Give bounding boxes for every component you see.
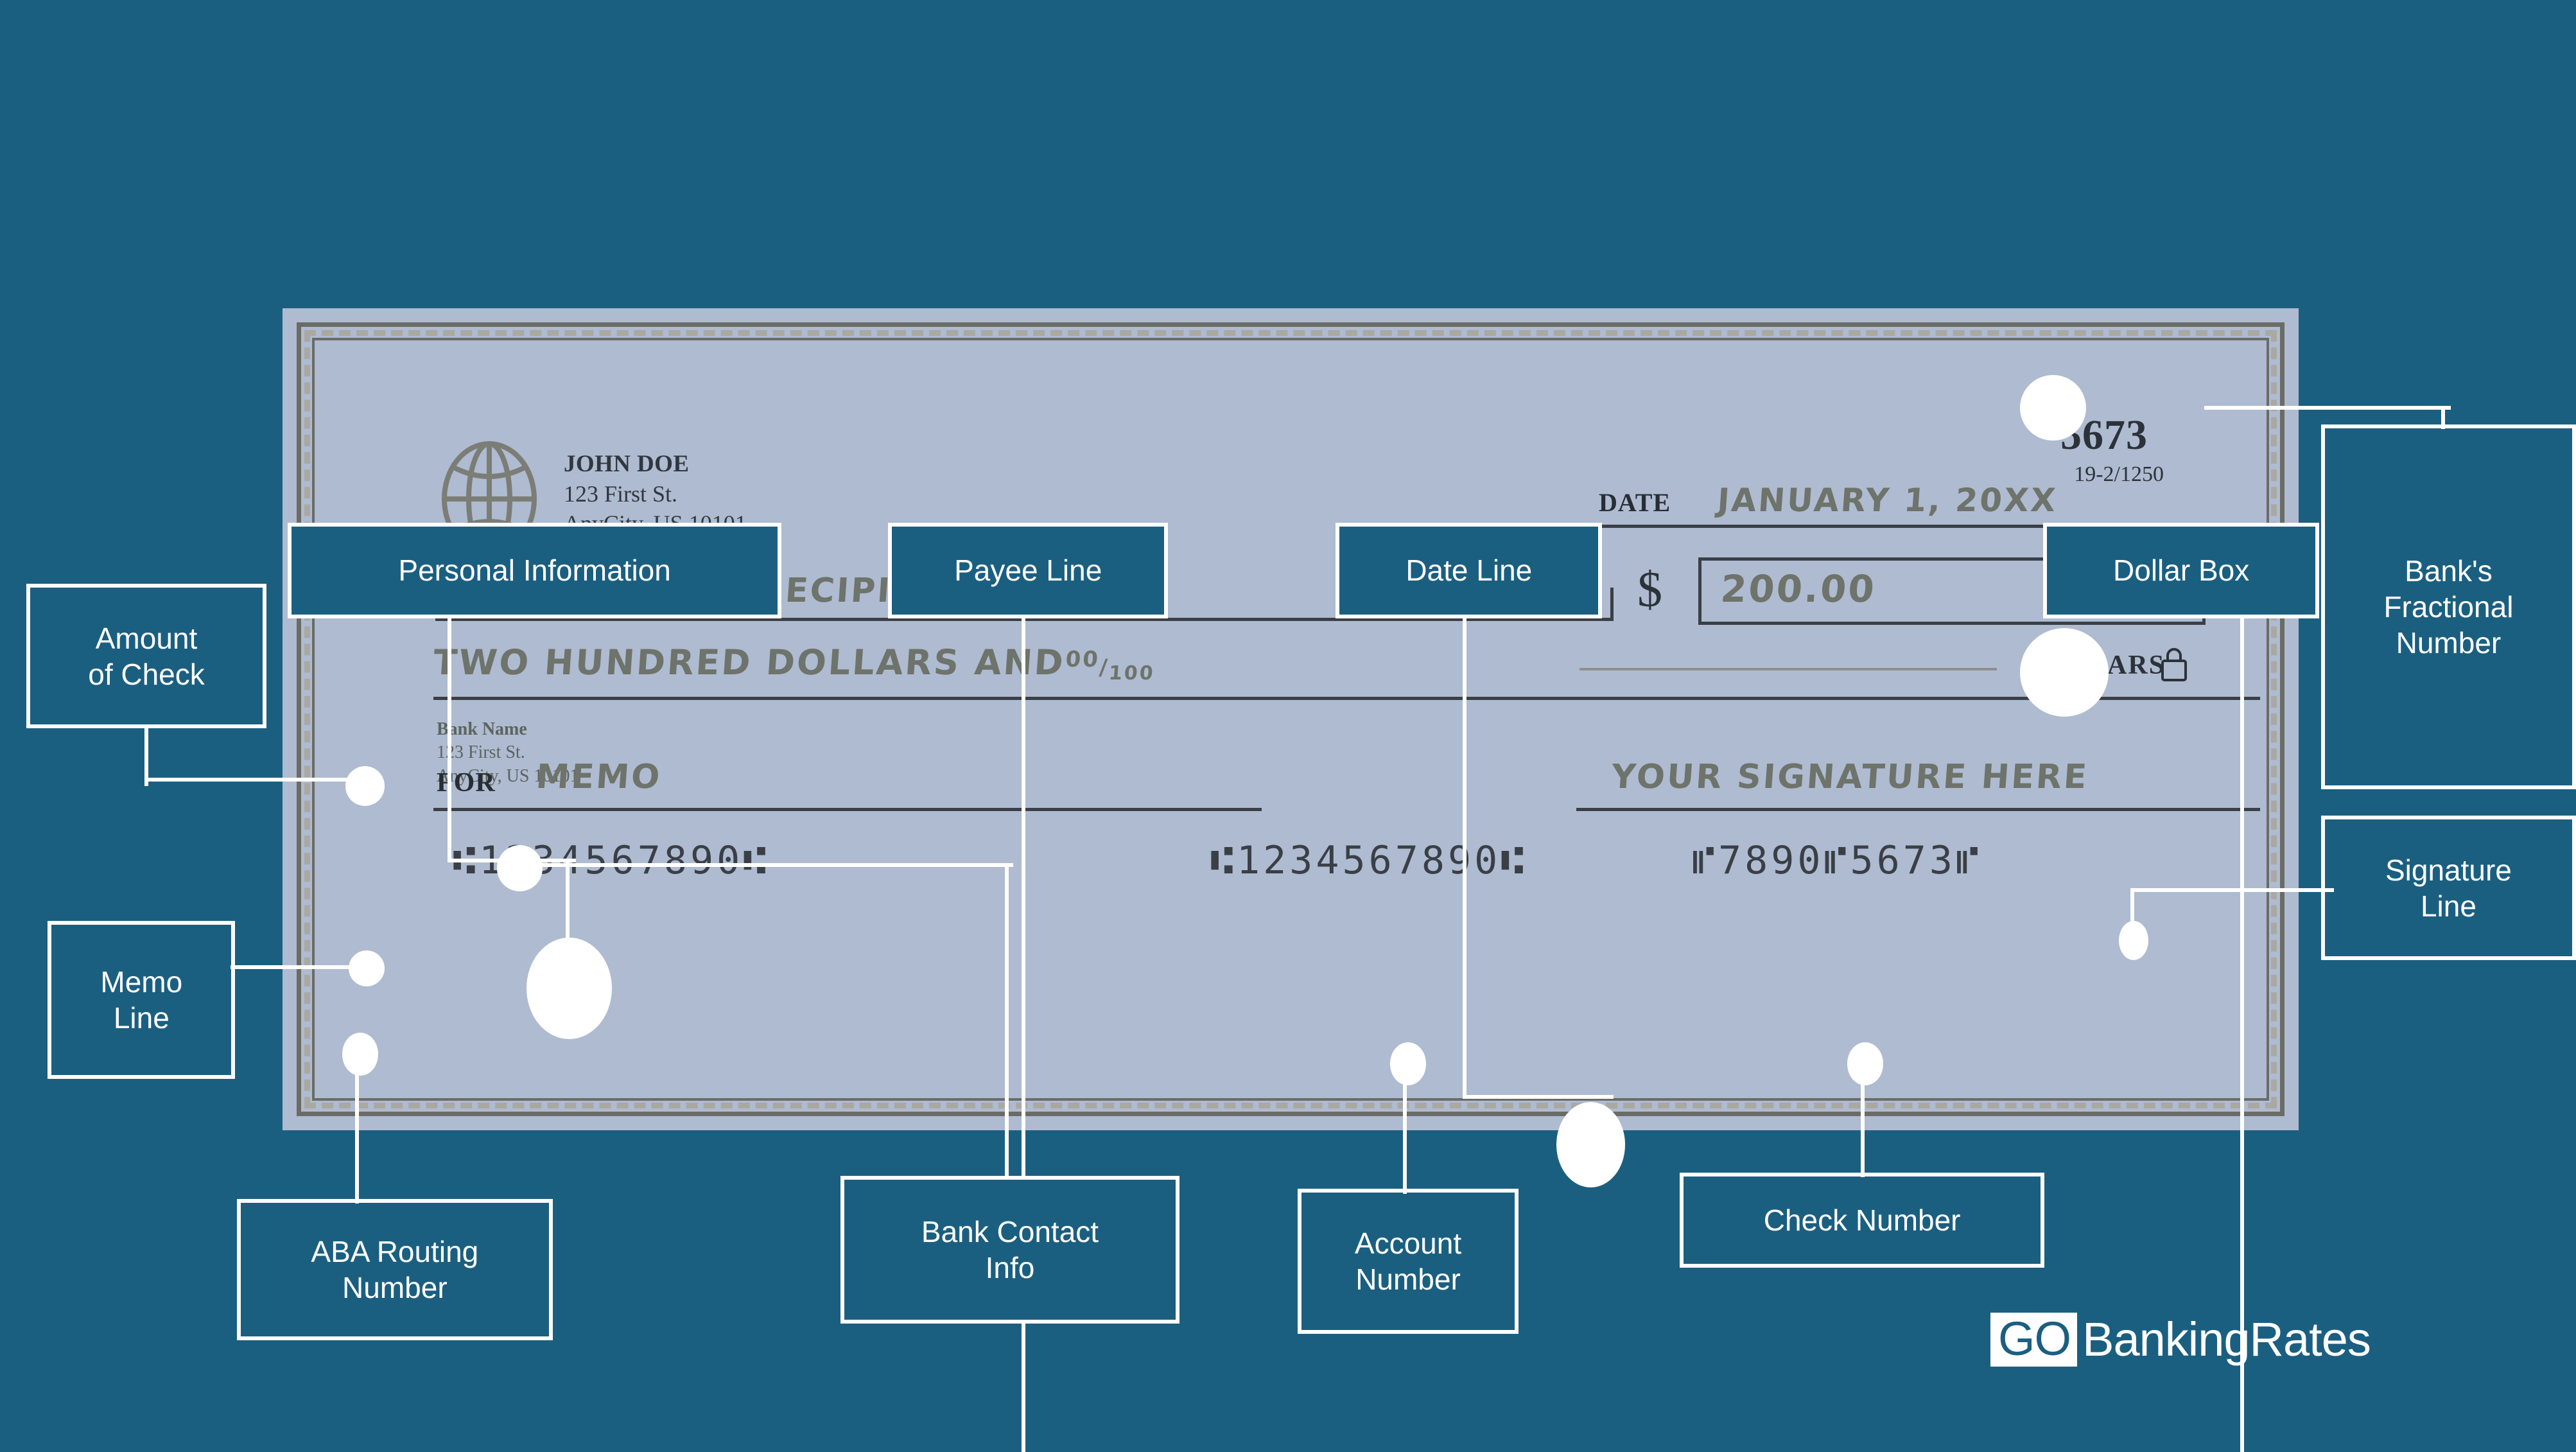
amount-in-words-line[interactable]: TWO HUNDRED DOLLARS AND00/100: [432, 642, 1156, 685]
date-value[interactable]: JANUARY 1, 20XX: [1716, 482, 2058, 519]
callout-payee-line: Payee Line: [888, 523, 1168, 618]
signature-underline: [1576, 808, 2260, 811]
amount-line-filler-dash: [1580, 668, 1997, 670]
dot-amount-of-check: [345, 766, 385, 806]
account-holder-address-line-1: 123 First St.: [564, 480, 678, 507]
callout-amount-of-check: Amount of Check: [26, 584, 267, 729]
amount-cents-fraction: 00/100: [1064, 646, 1156, 685]
leader-date-v: [1462, 618, 1466, 1096]
dot-aba-routing-number: [342, 1033, 379, 1076]
leader-bank-contact-v: [1005, 863, 1009, 1179]
callout-banks-fractional-number: Bank's Fractional Number: [2320, 424, 2576, 790]
leader-signature-h: [2130, 888, 2335, 892]
amount-cents-denominator: 100: [1108, 661, 1156, 685]
leader-amount-h: [144, 778, 376, 782]
date-label: DATE: [1599, 488, 1671, 517]
dot-check-number: [1847, 1042, 1884, 1085]
logo-wordmark: BankingRates: [2082, 1313, 2371, 1366]
amount-words-underline: [433, 697, 2260, 700]
dot-banks-fractional-number: [2020, 374, 2086, 441]
memo-value[interactable]: MEMO: [535, 758, 663, 796]
dot-account-number: [1389, 1042, 1427, 1085]
callout-check-number: Check Number: [1679, 1172, 2045, 1268]
leader-fractional-h1: [2204, 406, 2451, 410]
dot-bank-contact-info: [496, 845, 543, 891]
leader-personal-information-v1: [447, 618, 451, 859]
logo-go-mark: GO: [1990, 1313, 2078, 1367]
leader-date-h: [1462, 1095, 1614, 1099]
callout-dollar-box: Dollar Box: [2042, 523, 2320, 618]
gobankingrates-logo: GO BankingRates: [1990, 1310, 2371, 1369]
signature-value[interactable]: YOUR SIGNATURE HERE: [1610, 758, 2090, 796]
micr-account-number: ⑆1234567890⑆: [1210, 838, 1527, 883]
account-holder-name: JOHN DOE: [564, 451, 690, 477]
callout-date-line: Date Line: [1336, 523, 1603, 618]
dot-date-line: [1556, 1101, 1626, 1187]
leader-fractional-v: [2441, 406, 2445, 430]
callout-bank-contact-info: Bank Contact Info: [840, 1175, 1179, 1324]
callout-signature-line: Signature Line: [2320, 816, 2576, 961]
leader-payee-v1: [1021, 618, 1025, 1452]
callout-personal-information: Personal Information: [288, 523, 781, 618]
amount-cents-numerator: 00: [1064, 646, 1101, 672]
lock-icon: [2161, 647, 2188, 682]
callout-aba-routing-number: ABA Routing Number: [236, 1198, 553, 1340]
callout-memo-line: Memo Line: [48, 920, 236, 1079]
check-anatomy-infographic: JOHN DOE 123 First St. AnyCity, US 10101…: [0, 0, 2576, 1452]
amount-in-words-value[interactable]: TWO HUNDRED DOLLARS AND: [432, 642, 1066, 683]
amount-numeric-value[interactable]: 200.00: [1719, 567, 1878, 611]
dollar-sign: $: [1637, 561, 1662, 617]
payee-line-end-tick: [1610, 588, 1614, 621]
dot-dollar-box: [2020, 628, 2109, 717]
date-line: DATE JANUARY 1, 20XX: [1599, 469, 2202, 528]
callout-account-number: Account Number: [1298, 1189, 1519, 1334]
dot-signature-line: [2118, 920, 2148, 961]
leader-bank-contact-h: [526, 863, 1014, 868]
dot-personal-information: [526, 937, 613, 1040]
memo-underline: [433, 808, 1262, 811]
micr-check-number: ⑈7890⑈5673⑈: [1692, 838, 1982, 883]
bank-name: Bank Name: [437, 719, 527, 739]
memo-label: FOR: [437, 768, 496, 798]
